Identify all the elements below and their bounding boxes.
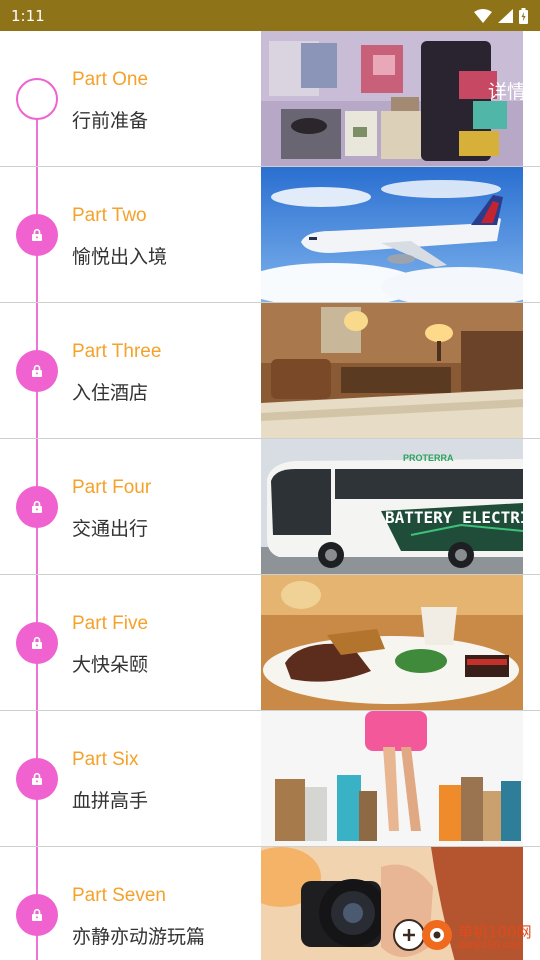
part-subtitle: 入住酒店: [72, 382, 149, 404]
part-row-six[interactable]: Part Six 血拼高手: [0, 711, 540, 847]
part-subtitle: 血拼高手: [72, 790, 149, 812]
part-row-three[interactable]: Part Three 入住酒店: [0, 303, 540, 439]
part-subtitle: 愉悦出入境: [72, 246, 168, 268]
electric-bus-image: PROTERRA BATTERY ELECTRIC: [261, 439, 523, 574]
part-title: Part Three: [72, 341, 162, 362]
hotel-room-image: [261, 303, 523, 438]
lock-icon: [16, 894, 58, 936]
lock-icon: [16, 350, 58, 392]
part-row-five[interactable]: Part Five 大快朵颐: [0, 575, 540, 711]
shopping-bags-image: [261, 711, 523, 846]
part-subtitle: 大快朵颐: [72, 654, 149, 676]
watermark-url: danji100.com: [458, 938, 524, 951]
signal-icon: [498, 8, 513, 23]
timeline-marker-current: [16, 78, 58, 120]
part-title: Part Six: [72, 749, 139, 770]
status-icons: [474, 7, 528, 24]
bus-brand-label: PROTERRA: [403, 453, 454, 463]
part-subtitle: 行前准备: [72, 110, 149, 132]
part-title: Part Two: [72, 205, 147, 226]
watermark: 单机100网 danji100.com: [392, 918, 532, 957]
chapter-list[interactable]: Part One 行前准备 详情 Part Two 愉悦出入境 Part Thr…: [0, 31, 540, 960]
part-title: Part Seven: [72, 885, 166, 906]
part-row-two[interactable]: Part Two 愉悦出入境: [0, 167, 540, 303]
airplane-image: [261, 167, 523, 302]
lock-icon: [16, 214, 58, 256]
packed-luggage-image: [261, 31, 523, 166]
lock-icon: [16, 622, 58, 664]
part-title: Part Four: [72, 477, 152, 498]
part-row-one[interactable]: Part One 行前准备 详情: [0, 31, 540, 167]
watermark-name: 单机100网: [458, 922, 532, 941]
lock-icon: [16, 758, 58, 800]
part-title: Part Five: [72, 613, 149, 634]
status-time: 1:11: [11, 6, 45, 25]
part-title: Part One: [72, 69, 149, 90]
part-subtitle: 亦静亦动游玩篇: [72, 926, 206, 948]
part-subtitle: 交通出行: [72, 518, 149, 540]
bus-sign-label: BATTERY ELECTRIC: [385, 508, 523, 527]
detail-link[interactable]: 详情: [488, 77, 526, 104]
wifi-icon: [474, 8, 492, 23]
battery-icon: [519, 7, 528, 24]
lock-icon: [16, 486, 58, 528]
status-bar: 1:11: [0, 0, 540, 31]
part-row-four[interactable]: Part Four 交通出行 PROTERRA BATTERY ELECTRIC: [0, 439, 540, 575]
steak-dinner-image: [261, 575, 523, 710]
watermark-logo-icon: [392, 918, 454, 957]
